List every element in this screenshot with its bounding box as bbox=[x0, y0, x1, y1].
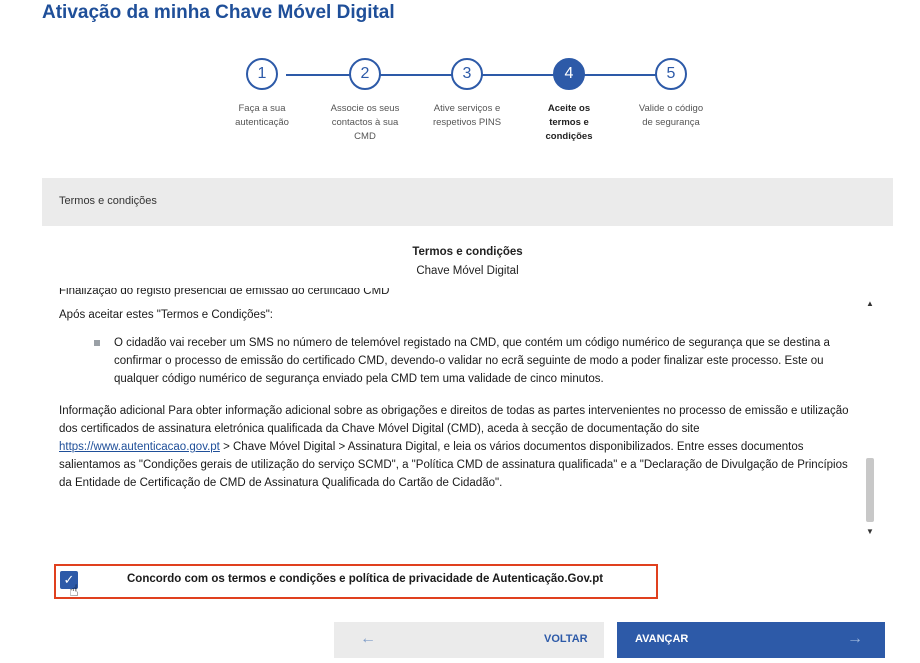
terms-title: Termos e condições bbox=[412, 246, 523, 258]
section-header-label: Termos e condições bbox=[59, 195, 157, 207]
arrow-right-icon: → bbox=[847, 630, 863, 647]
terms-cut-line: Finalização do registo presencial de emi… bbox=[59, 288, 390, 297]
step-3-circle: 3 bbox=[451, 58, 483, 90]
terms-scrollbar[interactable]: ▲ ▼ bbox=[863, 296, 877, 540]
terms-bullet-text: O cidadão vai receber um SMS no número d… bbox=[114, 337, 830, 385]
step-2-label: Associe os seus contactos à sua CMD bbox=[330, 103, 400, 142]
step-1: 1 Faça a sua autenticação bbox=[212, 58, 312, 130]
terms-scroll-area[interactable]: Finalização do registo presencial de emi… bbox=[52, 288, 879, 540]
back-button-label: VOLTAR bbox=[544, 633, 588, 645]
consent-label[interactable]: Concordo com os termos e condições e pol… bbox=[127, 573, 603, 585]
step-5-circle: 5 bbox=[655, 58, 687, 90]
step-2-circle: 2 bbox=[349, 58, 381, 90]
bullet-square-icon bbox=[94, 340, 100, 346]
caret-down-icon[interactable]: ▼ bbox=[863, 526, 877, 538]
step-4: 4 Aceite os termos e condições bbox=[519, 58, 619, 144]
step-3-label: Ative serviços e respetivos PINS bbox=[432, 103, 502, 128]
step-2: 2 Associe os seus contactos à sua CMD bbox=[315, 58, 415, 144]
step-3: 3 Ative serviços e respetivos PINS bbox=[417, 58, 517, 130]
terms-bullet-item: O cidadão vai receber um SMS no número d… bbox=[59, 334, 859, 388]
step-5-label: Valide o código de segurança bbox=[638, 103, 704, 128]
autenticacao-link[interactable]: https://www.autenticacao.gov.pt bbox=[59, 441, 220, 453]
step-4-circle: 4 bbox=[553, 58, 585, 90]
terms-content: Finalização do registo presencial de emi… bbox=[59, 288, 859, 498]
arrow-left-icon: ← bbox=[360, 630, 376, 647]
section-header: Termos e condições bbox=[42, 178, 893, 226]
next-button[interactable]: AVANÇAR → bbox=[617, 622, 885, 658]
step-4-label: Aceite os termos e condições bbox=[545, 103, 593, 142]
next-button-label: AVANÇAR bbox=[635, 633, 689, 645]
terms-additional-info: Informação adicional Para obter informaç… bbox=[59, 402, 859, 492]
step-1-circle: 1 bbox=[246, 58, 278, 90]
terms-info-before-link: Informação adicional Para obter informaç… bbox=[59, 405, 849, 435]
consent-highlight: ✓ ☝ Concordo com os termos e condições e… bbox=[54, 564, 658, 600]
back-button[interactable]: ← VOLTAR bbox=[334, 622, 604, 658]
step-1-label: Faça a sua autenticação bbox=[235, 103, 289, 128]
terms-subtitle: Chave Móvel Digital bbox=[416, 265, 519, 277]
page-title: Ativação da minha Chave Móvel Digital bbox=[42, 2, 395, 23]
step-5: 5 Valide o código de segurança bbox=[621, 58, 721, 130]
scrollbar-thumb[interactable] bbox=[866, 458, 874, 522]
terms-intro: Após aceitar estes "Termos e Condições": bbox=[59, 309, 273, 321]
caret-up-icon[interactable]: ▲ bbox=[863, 298, 877, 310]
stepper: 1 Faça a sua autenticação 2 Associe os s… bbox=[220, 58, 720, 158]
hand-pointer-icon: ☝ bbox=[69, 583, 79, 600]
